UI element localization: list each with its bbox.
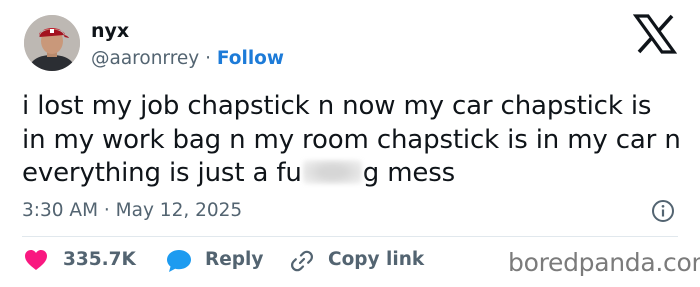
tweet-text: i lost my job chapstick n now my car cha… xyxy=(22,90,692,191)
link-icon xyxy=(291,250,313,272)
tweet-line-3: everything is just a fu g mess xyxy=(22,157,692,191)
watermark: boredpanda.com xyxy=(508,248,700,277)
author-handle[interactable]: @aaronrrey xyxy=(91,48,199,69)
heart-icon xyxy=(25,250,47,270)
copy-link-label: Copy link xyxy=(328,249,425,270)
info-icon[interactable] xyxy=(651,199,675,223)
author-handle-row: @aaronrrey · Follow xyxy=(91,47,284,71)
speech-bubble-icon xyxy=(167,250,191,272)
censor-blur xyxy=(302,160,362,184)
avatar[interactable] xyxy=(24,15,80,71)
separator-dot: · xyxy=(205,48,212,69)
divider xyxy=(22,236,678,237)
tweet-timestamp[interactable]: 3:30 AM · May 12, 2025 xyxy=(22,199,242,223)
tweet-line-2: in my work bag n my room chapstick is in… xyxy=(22,124,681,155)
follow-button[interactable]: Follow xyxy=(217,48,284,69)
avatar-photo xyxy=(24,15,80,71)
reply-label: Reply xyxy=(205,249,264,270)
tweet-line-1: i lost my job chapstick n now my car cha… xyxy=(22,91,652,121)
author-name[interactable]: nyx xyxy=(91,19,129,43)
like-count: 335.7K xyxy=(63,249,136,270)
tweet-line-3-end: g mess xyxy=(362,158,456,188)
x-logo-icon[interactable] xyxy=(633,14,677,54)
tweet-line-3-start: everything is just a fu xyxy=(22,158,302,188)
